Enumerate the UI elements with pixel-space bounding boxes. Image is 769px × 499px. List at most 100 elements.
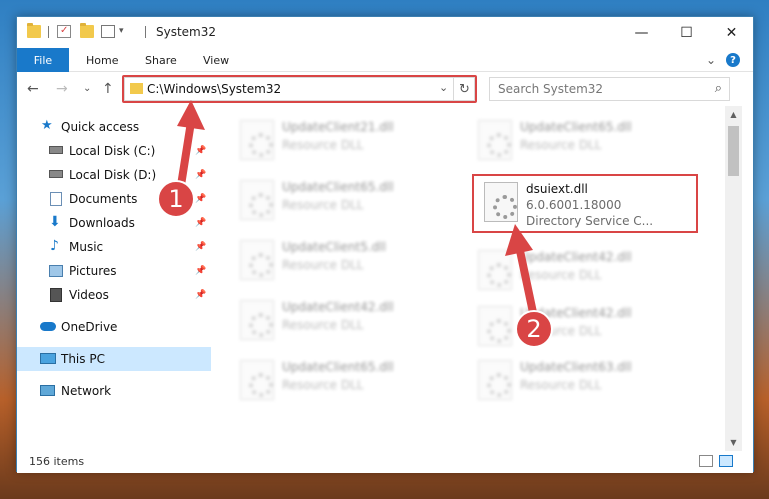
dll-file-icon [240,240,274,280]
navigation-bar: ← → ⌄ ↑ C:\Windows\System32 ⌄ ↻ Search S… [17,72,753,106]
list-item[interactable]: UpdateClient65.dll Resource DLL [232,356,452,406]
dll-file-icon [240,300,274,340]
dll-file-icon [240,180,274,220]
list-item[interactable]: UpdateClient63.dll Resource DLL [470,356,690,406]
navigation-pane: ★ Quick access Local Disk (C:) 📌 Local D… [17,106,211,451]
pin-icon[interactable]: 📌 [195,170,206,180]
new-folder-icon[interactable] [80,23,94,38]
separator [145,26,146,38]
sidebar-item-label: Network [61,384,112,398]
forward-button[interactable]: → [56,81,68,97]
status-bar: 156 items [17,451,753,473]
search-input[interactable]: Search System32 [498,82,603,96]
sidebar-item-quick-access[interactable]: ★ Quick access [17,115,211,139]
file-list: UpdateClient21.dll Resource DLL UpdateCl… [212,106,725,451]
dll-file-icon [478,120,512,160]
details-view-icon[interactable] [699,455,713,467]
documents-icon [50,192,62,206]
file-highlight-box [472,174,698,233]
scroll-up-icon[interactable]: ▲ [725,106,742,123]
tab-file[interactable]: File [17,48,69,72]
sidebar-item-label: Quick access [61,120,140,134]
list-item[interactable]: UpdateClient65.dll Resource DLL [232,176,452,226]
list-item[interactable]: UpdateClient5.dll Resource DLL [232,236,452,286]
pin-icon[interactable]: 📌 [195,194,206,204]
dll-file-icon [478,306,512,346]
file-name: UpdateClient65.dll [282,360,394,374]
expand-ribbon-icon[interactable]: ⌄ [706,48,716,72]
scrollbar-thumb[interactable] [728,126,739,176]
file-name: UpdateClient5.dll [282,240,386,254]
dll-file-icon [240,360,274,400]
file-type: Resource DLL [282,138,364,152]
list-item[interactable]: UpdateClient42.dll Resource DLL [232,296,452,346]
network-icon [40,385,55,396]
pin-icon[interactable]: 📌 [195,146,206,156]
minimize-button[interactable]: — [619,17,664,48]
pin-icon[interactable]: 📌 [195,242,206,252]
sidebar-item-pictures[interactable]: Pictures 📌 [17,259,211,283]
sidebar-item-local-disk-c[interactable]: Local Disk (C:) 📌 [17,139,211,163]
step-1-badge: 1 [157,180,195,218]
tiles-view-icon[interactable] [719,455,733,467]
close-button[interactable]: ✕ [709,17,754,48]
sidebar-item-network[interactable]: Network [17,379,211,403]
folder-icon [27,23,41,38]
properties-icon[interactable]: ✓ [57,25,71,38]
file-name: UpdateClient21.dll [282,120,394,134]
computer-icon [40,353,56,364]
sidebar-item-this-pc[interactable]: This PC [17,347,211,371]
file-name: UpdateClient65.dll [520,120,632,134]
file-name: UpdateClient42.dll [282,300,394,314]
sidebar-item-videos[interactable]: Videos 📌 [17,283,211,307]
up-button[interactable]: ↑ [102,81,114,97]
download-icon: ⬇ [49,214,61,230]
cloud-icon [40,322,56,331]
vertical-scrollbar[interactable]: ▲ ▼ [725,106,742,451]
file-type: Resource DLL [520,138,602,152]
dll-file-icon [478,250,512,290]
dll-file-icon [478,360,512,400]
drive-icon [49,146,63,154]
maximize-button[interactable]: ☐ [664,17,709,48]
help-icon[interactable]: ? [726,53,740,67]
sidebar-item-label: Local Disk (C:) [69,144,156,158]
sidebar-item-label: Pictures [69,264,117,278]
pin-icon[interactable]: 📌 [195,290,206,300]
pin-icon[interactable]: 📌 [195,266,206,276]
file-type: Resource DLL [520,378,602,392]
separator [48,26,49,38]
videos-icon [50,288,62,302]
quick-access-dropdown-icon[interactable]: ▾ [119,26,124,36]
file-type: Resource DLL [282,258,364,272]
scroll-down-icon[interactable]: ▼ [725,434,742,451]
item-count: 156 items [29,455,85,468]
tab-view[interactable]: View [203,48,229,72]
search-icon: ⌕ [714,81,722,96]
drive-icon [49,170,63,178]
sidebar-item-label: Music [69,240,104,254]
list-item[interactable]: UpdateClient21.dll Resource DLL [232,116,452,166]
file-explorer-window: ✓ ▾ System32 — ☐ ✕ File Home Share View … [16,16,754,473]
sidebar-item-onedrive[interactable]: OneDrive [17,315,211,339]
dll-file-icon [240,120,274,160]
list-item[interactable]: UpdateClient42.dll Resource DLL [470,246,690,296]
sidebar-item-label: Documents [69,192,138,206]
file-name: UpdateClient65.dll [282,180,394,194]
sidebar-item-label: This PC [61,352,105,366]
ribbon-tabs: File Home Share View ⌄ ? [17,48,753,72]
file-type: Resource DLL [520,268,602,282]
back-button[interactable]: ← [27,81,39,97]
tab-home[interactable]: Home [86,48,118,72]
tab-share[interactable]: Share [145,48,177,72]
sidebar-item-label: OneDrive [61,320,118,334]
title-bar: ✓ ▾ System32 — ☐ ✕ [17,17,753,48]
pin-icon[interactable]: 📌 [195,218,206,228]
customize-toolbar-icon[interactable] [101,25,115,38]
list-item[interactable]: UpdateClient42.dll Resource DLL [470,302,690,352]
search-box[interactable]: Search System32 ⌕ [489,77,730,101]
list-item[interactable]: UpdateClient65.dll Resource DLL [470,116,690,166]
recent-locations-button[interactable]: ⌄ [83,83,91,94]
sidebar-item-music[interactable]: ♪ Music 📌 [17,235,211,259]
step-2-badge: 2 [515,310,553,348]
